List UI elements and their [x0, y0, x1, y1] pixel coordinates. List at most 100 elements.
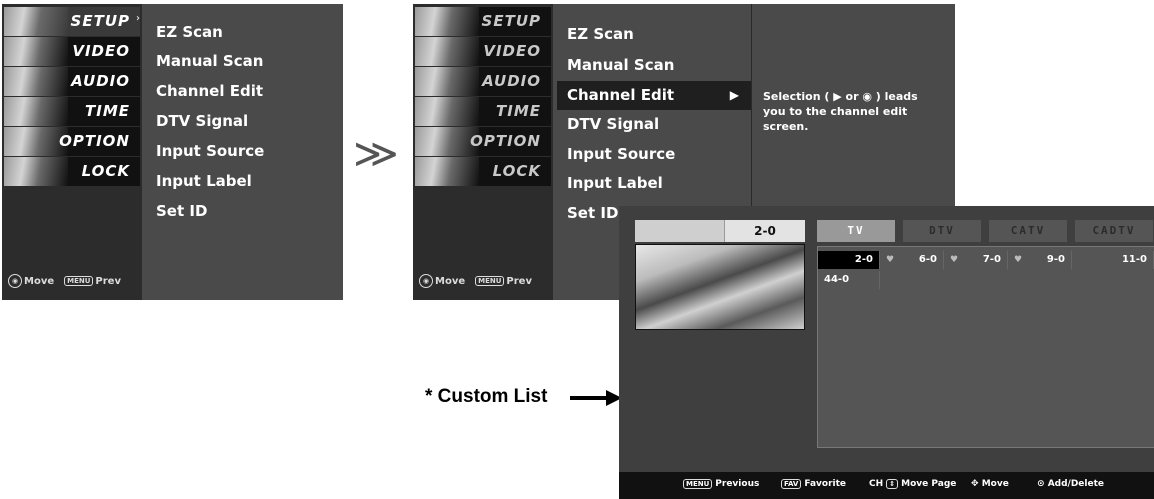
- channel-number: 11-0: [1121, 254, 1147, 265]
- hint-prev-label: Prev: [95, 276, 121, 287]
- clock-thumbnail-icon: [415, 97, 479, 126]
- move-dpad-icon: ◉: [8, 274, 22, 288]
- sidebar-item-label: SETUP: [70, 12, 130, 30]
- footer-move[interactable]: ✥ Move: [971, 479, 1009, 489]
- channel-cell[interactable]: ♥ 6-0: [882, 251, 944, 269]
- sidebar-item-option[interactable]: OPTION: [415, 127, 551, 156]
- audio-thumbnail-icon: [4, 67, 68, 96]
- sidebar-item-label: TIME: [496, 102, 541, 120]
- hint-move-label: Move: [435, 276, 466, 287]
- up-down-icon: ⇕: [886, 479, 899, 489]
- menu-item-ez-scan[interactable]: EZ Scan: [146, 18, 366, 47]
- menu-item-set-id[interactable]: Set ID: [146, 197, 366, 226]
- sidebar-item-label: AUDIO: [71, 72, 130, 90]
- sidebar-item-label: OPTION: [59, 132, 130, 150]
- video-preview: [635, 244, 805, 330]
- sidebar-item-video[interactable]: VIDEO: [415, 37, 551, 66]
- channel-number: 7-0: [982, 254, 1001, 265]
- sidebar-item-label: TIME: [85, 102, 130, 120]
- current-channel-header: 2-0: [635, 220, 805, 242]
- menu-item-ez-scan[interactable]: EZ Scan: [557, 20, 751, 49]
- move-dpad-icon: ✥: [971, 479, 979, 489]
- play-arrow-icon: ▶: [729, 88, 739, 102]
- favorite-heart-icon: ♥: [1014, 255, 1023, 265]
- channel-type-tabs: TV DTV CATV CADTV: [817, 220, 1154, 242]
- chevron-right-icon: ›: [136, 13, 140, 24]
- footer-label: Add/Delete: [1047, 479, 1104, 489]
- audio-thumbnail-icon: [415, 67, 479, 96]
- sidebar-item-label: LOCK: [492, 162, 541, 180]
- menu-item-dtv-signal[interactable]: DTV Signal: [557, 110, 751, 139]
- channel-cell[interactable]: 11-0: [1074, 251, 1154, 269]
- sidebar-item-option[interactable]: OPTION: [4, 127, 140, 156]
- hint-prev-label: Prev: [506, 276, 532, 287]
- sidebar-item-label: AUDIO: [482, 72, 541, 90]
- channel-cell[interactable]: 2-0: [818, 251, 880, 269]
- sidebar-item-lock[interactable]: LOCK: [415, 157, 551, 186]
- channel-number: 9-0: [1046, 254, 1065, 265]
- info-line: you to the channel edit: [763, 105, 908, 118]
- setup-thumbnail-icon: [4, 7, 68, 36]
- ok-button-icon: ⊙: [1037, 479, 1045, 489]
- footer-label: Move: [981, 479, 1009, 489]
- navigation-hint: ◉ Move MENU Prev: [8, 274, 121, 288]
- video-thumbnail-icon: [4, 37, 68, 66]
- sidebar-item-audio[interactable]: AUDIO: [4, 67, 140, 96]
- channel-cell[interactable]: ♥ 9-0: [1010, 251, 1072, 269]
- sidebar-item-setup[interactable]: SETUP ›: [4, 7, 140, 36]
- sidebar-item-audio[interactable]: AUDIO: [415, 67, 551, 96]
- menu-item-dtv-signal[interactable]: DTV Signal: [146, 107, 366, 136]
- menu-key-icon: MENU: [64, 276, 94, 286]
- setup-thumbnail-icon: [415, 7, 479, 36]
- tab-cadtv[interactable]: CADTV: [1075, 220, 1153, 242]
- menu-item-manual-scan[interactable]: Manual Scan: [557, 51, 751, 80]
- menu-item-input-label[interactable]: Input Label: [146, 167, 366, 196]
- channel-row: 44-0: [818, 271, 1154, 289]
- move-dpad-icon: ◉: [419, 274, 433, 288]
- footer-previous[interactable]: MENU Previous: [683, 479, 759, 489]
- menu-item-channel-edit[interactable]: Channel Edit: [146, 77, 366, 106]
- video-thumbnail-icon: [415, 37, 479, 66]
- sidebar-item-label: VIDEO: [72, 42, 130, 60]
- footer-label: Favorite: [804, 479, 847, 489]
- pointer-arrow-icon: [570, 390, 622, 406]
- tab-dtv[interactable]: DTV: [903, 220, 981, 242]
- footer-favorite[interactable]: FAV Favorite: [781, 479, 846, 489]
- lock-thumbnail-icon: [415, 157, 479, 186]
- sidebar: SETUP › VIDEO AUDIO TIME OPTION LOCK ◉ Mo…: [2, 4, 142, 300]
- transition-arrow-icon: ≫: [352, 131, 399, 177]
- menu-item-input-label[interactable]: Input Label: [557, 169, 751, 198]
- footer-label: Move Page: [901, 479, 957, 489]
- sidebar-item-setup[interactable]: SETUP: [415, 7, 551, 36]
- menu-item-channel-edit[interactable]: Channel Edit ▶: [557, 81, 751, 110]
- tab-tv[interactable]: TV: [817, 220, 895, 242]
- navigation-hint: ◉ Move MENU Prev: [419, 274, 532, 288]
- info-description: Selection ( ▶ or ◉ ) leads you to the ch…: [763, 89, 918, 134]
- sidebar-item-lock[interactable]: LOCK: [4, 157, 140, 186]
- footer-label: Previous: [715, 479, 760, 489]
- current-channel-number: 2-0: [724, 220, 805, 242]
- sidebar-item-time[interactable]: TIME: [4, 97, 140, 126]
- channel-cell[interactable]: ♥ 7-0: [946, 251, 1008, 269]
- fav-key-icon: FAV: [781, 479, 802, 489]
- menu-item-manual-scan[interactable]: Manual Scan: [146, 47, 366, 76]
- info-line: Selection ( ▶ or ◉ ) leads: [763, 90, 918, 103]
- footer-move-page[interactable]: CH ⇕ Move Page: [869, 479, 956, 489]
- channel-cell[interactable]: 44-0: [818, 271, 880, 289]
- footer-add-delete[interactable]: ⊙ Add/Delete: [1037, 479, 1104, 489]
- menu-key-icon: MENU: [475, 276, 505, 286]
- channel-edit-footer: MENU Previous FAV Favorite CH ⇕ Move Page ✥…: [619, 472, 1154, 499]
- info-line: screen.: [763, 120, 809, 133]
- sidebar-item-label: VIDEO: [483, 42, 541, 60]
- sidebar-item-video[interactable]: VIDEO: [4, 37, 140, 66]
- menu-item-input-source[interactable]: Input Source: [146, 137, 366, 166]
- tab-catv[interactable]: CATV: [989, 220, 1067, 242]
- sidebar-item-time[interactable]: TIME: [415, 97, 551, 126]
- menu-item-input-source[interactable]: Input Source: [557, 140, 751, 169]
- custom-list-label: * Custom List: [425, 386, 548, 407]
- sidebar-item-label: LOCK: [81, 162, 130, 180]
- sidebar: SETUP VIDEO AUDIO TIME OPTION LOCK ◉ Move…: [413, 4, 553, 300]
- channel-row: 2-0 ♥ 6-0 ♥ 7-0 ♥ 9-0 11-0: [818, 251, 1154, 269]
- lock-thumbnail-icon: [4, 157, 68, 186]
- channel-edit-screen: 2-0 TV DTV CATV CADTV 2-0 ♥ 6-0 ♥ 7-0 ♥ …: [619, 206, 1154, 499]
